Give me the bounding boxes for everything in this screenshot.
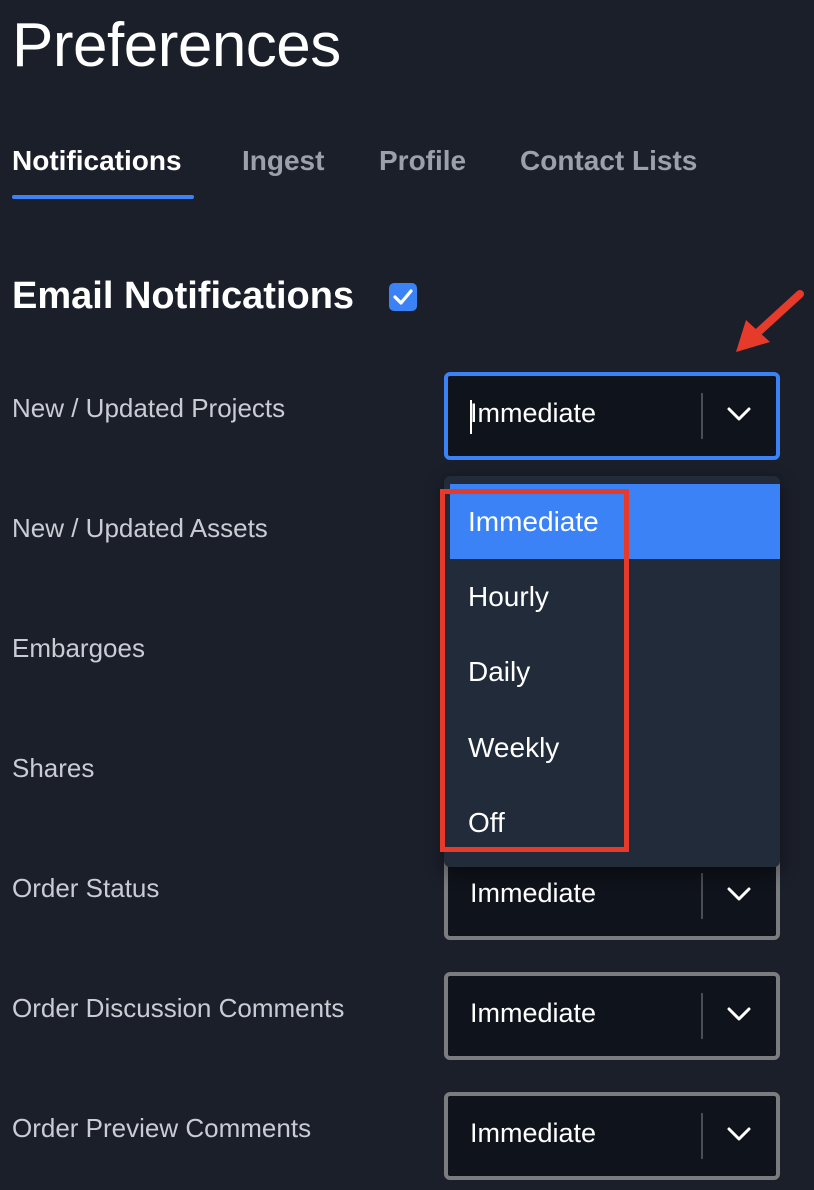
select-separator <box>701 993 703 1039</box>
chevron-down-icon[interactable] <box>726 1125 752 1143</box>
row-label-order-preview-comments: Order Preview Comments <box>12 1113 312 1143</box>
row-label-shares: Shares <box>12 753 95 783</box>
new-updated-projects-select[interactable]: Immediate <box>444 372 780 460</box>
option-daily[interactable]: Daily <box>450 634 780 709</box>
tab-notifications[interactable]: Notifications <box>12 145 182 177</box>
chevron-down-icon[interactable] <box>726 885 752 903</box>
option-off[interactable]: Off <box>450 785 780 860</box>
select-value: Immediate <box>470 878 597 908</box>
email-notifications-checkbox[interactable] <box>389 283 417 311</box>
row-label-embargoes: Embargoes <box>12 633 145 663</box>
select-separator <box>701 393 703 439</box>
select-value: Immediate <box>470 998 597 1028</box>
select-separator <box>701 873 703 919</box>
option-immediate[interactable]: Immediate <box>450 484 780 559</box>
order-preview-comments-select[interactable]: Immediate <box>444 1092 780 1180</box>
row-label-new-updated-projects: New / Updated Projects <box>12 393 286 423</box>
arrow-icon <box>736 290 804 352</box>
checkmark-icon <box>393 289 413 305</box>
email-notifications-title: Email Notifications <box>12 275 355 317</box>
page-title: Preferences <box>12 11 341 80</box>
frequency-dropdown-menu: Immediate Hourly Daily Weekly Off <box>444 476 780 867</box>
option-hourly[interactable]: Hourly <box>450 559 780 634</box>
row-label-new-updated-assets: New / Updated Assets <box>12 513 268 543</box>
row-label-order-status: Order Status <box>12 873 160 903</box>
option-weekly[interactable]: Weekly <box>450 710 780 785</box>
chevron-down-icon[interactable] <box>726 1005 752 1023</box>
select-separator <box>701 1113 703 1159</box>
tab-ingest[interactable]: Ingest <box>242 145 324 177</box>
select-value: Immediate <box>470 398 597 428</box>
order-discussion-comments-select[interactable]: Immediate <box>444 972 780 1060</box>
chevron-down-icon[interactable] <box>726 405 752 423</box>
tab-contact-lists[interactable]: Contact Lists <box>520 145 697 177</box>
select-value: Immediate <box>470 1118 597 1148</box>
row-label-order-discussion-comments: Order Discussion Comments <box>12 993 345 1023</box>
active-tab-indicator <box>12 195 194 199</box>
tab-profile[interactable]: Profile <box>379 145 466 177</box>
text-caret <box>470 400 472 434</box>
